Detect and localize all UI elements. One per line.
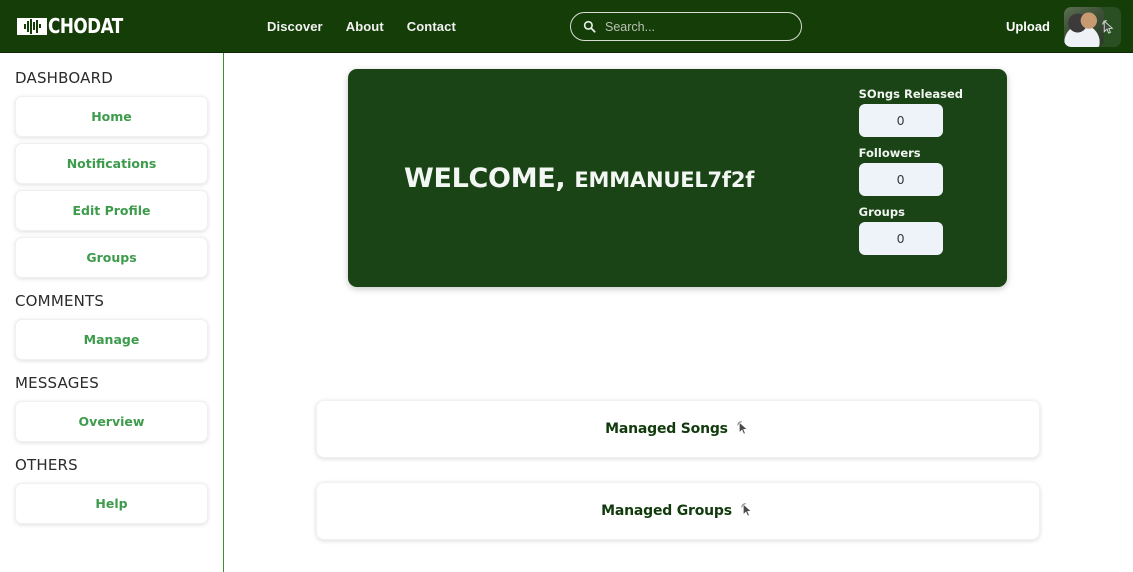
welcome-text: WELCOME, [404,162,566,194]
sidebar-item-help[interactable]: Help [15,483,208,524]
pointer-click-icon [1102,19,1114,34]
stat-value: 0 [896,231,905,246]
main-nav: Discover About Contact [267,19,456,34]
nav-item-discover[interactable]: Discover [267,19,323,34]
sidebar-item-notifications[interactable]: Notifications [15,143,208,184]
stat-value: 0 [896,172,905,187]
upload-button[interactable]: Upload [1006,19,1050,34]
sidebar-item-label: Edit Profile [72,203,151,218]
stat-label: SOngs Released [858,87,963,101]
managed-groups-card[interactable]: Managed Groups [316,482,1040,540]
stat-value: 0 [896,113,905,128]
welcome-heading: WELCOME, EMMANUEL7f2f [404,163,754,194]
avatar-image [1064,6,1104,47]
stat-label: Followers [858,146,921,160]
stat-value-box: 0 [858,222,943,255]
sidebar-item-groups[interactable]: Groups [15,237,208,278]
pointer-click-icon [737,421,749,435]
sidebar-section-messages: MESSAGES [15,374,99,392]
sidebar-item-manage[interactable]: Manage [15,319,208,360]
sidebar-item-label: Groups [86,250,137,265]
stat-value-box: 0 [858,104,943,137]
search-input[interactable] [605,19,789,34]
stat-songs-released: SOngs Released 0 [858,87,963,142]
stats-panel: SOngs Released 0 Followers 0 Groups 0 [858,87,963,260]
nav-item-about[interactable]: About [346,19,384,34]
search-icon [583,20,596,33]
search-container [570,12,802,41]
stat-followers: Followers 0 [858,146,963,201]
sidebar-section-comments: COMMENTS [15,292,105,310]
sidebar-item-label: Overview [78,414,145,429]
brand-name: CHODAT [48,14,123,38]
top-header: CHODAT Discover About Contact Upload [0,0,1133,53]
sidebar-item-label: Help [95,496,128,511]
search-box[interactable] [570,12,802,41]
stat-value-box: 0 [858,163,943,196]
sidebar-item-label: Notifications [66,156,157,171]
sidebar-item-label: Manage [83,332,140,347]
pointer-click-icon [741,503,753,517]
username-text: EMMANUEL7f2f [574,167,755,192]
managed-groups-label: Managed Groups [601,503,732,519]
header-actions: Upload [1006,0,1121,53]
sidebar-section-dashboard: DASHBOARD [15,69,113,87]
sidebar-item-edit-profile[interactable]: Edit Profile [15,190,208,231]
app-root: CHODAT Discover About Contact Upload [0,0,1133,572]
sidebar: DASHBOARD Home Notifications Edit Profil… [0,53,224,572]
stat-label: Groups [858,205,905,219]
main-content: WELCOME, EMMANUEL7f2f SOngs Released 0 F… [224,53,1133,572]
welcome-banner: WELCOME, EMMANUEL7f2f SOngs Released 0 F… [348,69,1007,287]
sidebar-section-others: OTHERS [15,456,78,474]
managed-songs-label: Managed Songs [605,421,728,437]
sidebar-item-overview[interactable]: Overview [15,401,208,442]
avatar[interactable] [1064,6,1121,47]
brand-logo[interactable]: CHODAT [17,14,137,38]
audio-wave-badge-icon [17,17,47,35]
nav-item-contact[interactable]: Contact [407,19,456,34]
sidebar-item-label: Home [91,109,132,124]
body-layout: DASHBOARD Home Notifications Edit Profil… [0,53,1133,572]
sidebar-item-home[interactable]: Home [15,96,208,137]
managed-songs-card[interactable]: Managed Songs [316,400,1040,458]
stat-groups: Groups 0 [858,205,963,260]
